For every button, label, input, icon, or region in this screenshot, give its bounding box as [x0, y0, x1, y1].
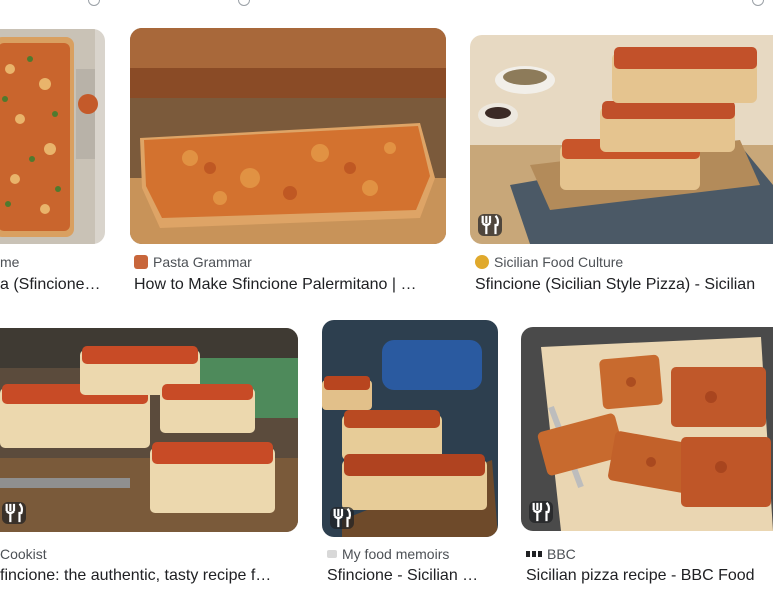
image-result-card[interactable]: My food memoirs Sfincione - Sicilian …: [321, 320, 501, 593]
image-result-card[interactable]: Sicilian Food Culture Sfincione (Sicilia…: [470, 0, 773, 300]
source-name: me: [0, 254, 20, 270]
my-food-memoirs-icon: [327, 550, 337, 558]
result-thumbnail[interactable]: [322, 320, 498, 537]
source-name: Sicilian Food Culture: [494, 254, 624, 270]
result-thumbnail[interactable]: [130, 28, 446, 244]
result-title[interactable]: Sfincione (Sicilian Style Pizza) - Sicil…: [475, 276, 773, 294]
source-name: My food memoirs: [342, 546, 450, 562]
result-title[interactable]: a (Sfincione…: [0, 276, 105, 294]
result-source: Pasta Grammar: [134, 254, 444, 270]
result-thumbnail[interactable]: [470, 35, 773, 244]
fork-knife-icon: [333, 508, 352, 528]
fork-knife-icon: [5, 503, 24, 523]
recipe-badge: [478, 214, 502, 236]
result-source: Sicilian Food Culture: [475, 254, 773, 270]
source-name: BBC: [547, 546, 576, 562]
image-result-card[interactable]: Pasta Grammar How to Make Sfincione Pale…: [130, 0, 448, 300]
result-thumbnail[interactable]: [0, 29, 105, 244]
result-source: My food memoirs: [327, 546, 501, 562]
result-source: me: [0, 254, 110, 270]
result-thumbnail[interactable]: [0, 328, 298, 532]
recipe-badge: [529, 501, 553, 523]
result-title[interactable]: Sicilian pizza recipe - BBC Food: [526, 567, 773, 585]
sicilian-food-culture-icon: [475, 255, 489, 269]
result-source: BBC: [526, 546, 773, 562]
source-name: Pasta Grammar: [153, 254, 252, 270]
result-title[interactable]: Sfincione - Sicilian …: [327, 567, 501, 585]
recipe-badge: [2, 502, 26, 524]
source-name: Cookist: [0, 546, 47, 562]
bbc-icon: [526, 551, 542, 557]
image-result-card[interactable]: me a (Sfincione…: [0, 0, 110, 300]
image-result-card[interactable]: Cookist fincione: the authentic, tasty r…: [0, 320, 300, 593]
result-source: Cookist: [0, 546, 298, 562]
result-title[interactable]: fincione: the authentic, tasty recipe f…: [0, 567, 298, 585]
result-thumbnail[interactable]: [521, 327, 773, 531]
image-result-card[interactable]: BBC Sicilian pizza recipe - BBC Food: [521, 320, 773, 593]
fork-knife-icon: [481, 215, 500, 235]
fork-knife-icon: [532, 502, 551, 522]
result-title[interactable]: How to Make Sfincione Palermitano | …: [134, 276, 446, 294]
pasta-grammar-icon: [134, 255, 148, 269]
recipe-badge: [330, 507, 354, 529]
